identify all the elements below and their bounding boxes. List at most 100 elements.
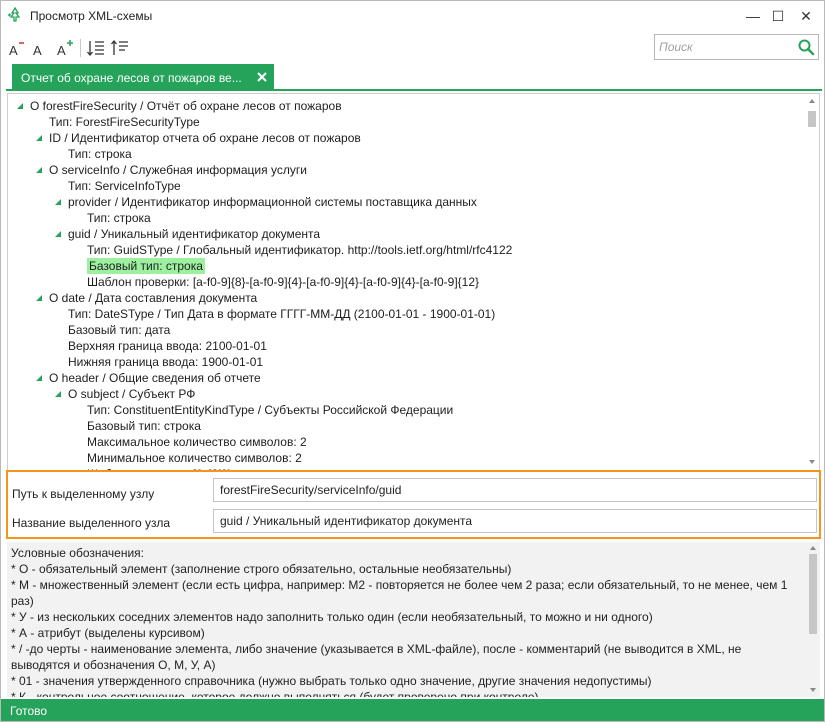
expanded-triangle-icon[interactable] xyxy=(54,390,62,398)
legend-line: * У - из нескольких соседних элементов н… xyxy=(11,610,653,624)
selected-node-info: Путь к выделенному узлу forestFireSecuri… xyxy=(6,470,821,539)
font-increase-button[interactable]: A xyxy=(54,37,76,59)
tree-node-label: Верхняя граница ввода: 2100-01-01 xyxy=(68,339,267,353)
xml-schema-viewer-window: Просмотр XML-схемы — ☐ ✕ A A A Поиск Отч… xyxy=(0,0,825,722)
legend-line: * 01 - значения утвержденного справочник… xyxy=(11,674,652,688)
tree-node[interactable]: Тип: ForestFireSecurityType xyxy=(49,114,200,130)
legend-line: * М - множественный элемент (если есть ц… xyxy=(11,578,788,608)
search-icon[interactable] xyxy=(797,38,815,56)
tree-node-label: Тип: ConstituentEntityKindType / Субъект… xyxy=(87,403,454,417)
close-window-button[interactable]: ✕ xyxy=(795,5,817,27)
schema-tree-view[interactable]: O forestFireSecurity / Отчёт об охране л… xyxy=(7,93,820,471)
font-decrease-icon: A xyxy=(9,42,24,58)
legend-line: * О - обязательный элемент (заполнение с… xyxy=(11,562,512,576)
tree-node-label: Базовый тип: строка xyxy=(87,419,201,433)
expanded-triangle-icon[interactable] xyxy=(35,134,43,142)
tree-node[interactable]: Тип: ConstituentEntityKindType / Субъект… xyxy=(87,402,453,418)
tree-node[interactable]: Максимальное количество символов: 2 xyxy=(87,434,307,450)
tree-node-label: Нижняя граница ввода: 1900-01-01 xyxy=(68,355,264,369)
scroll-up-icon[interactable] xyxy=(808,97,816,105)
tree-node[interactable]: Нижняя граница ввода: 1900-01-01 xyxy=(68,354,263,370)
close-icon[interactable] xyxy=(254,69,270,85)
expanded-triangle-icon[interactable] xyxy=(35,374,43,382)
tree-node[interactable]: Базовый тип: дата xyxy=(68,322,170,338)
search-box[interactable] xyxy=(654,34,819,60)
tree-node[interactable]: Шаблон проверки: [a-f0-9]{8}-[a-f0-9]{4}… xyxy=(87,274,479,290)
tree-node[interactable]: ID / Идентификатор отчета об охране лесо… xyxy=(35,130,361,146)
node-name-field[interactable]: guid / Уникальный идентификатор документ… xyxy=(213,509,817,533)
status-text: Готово xyxy=(10,704,48,718)
tree-scrollbar[interactable] xyxy=(805,94,819,470)
node-path-label: Путь к выделенному узлу xyxy=(12,487,155,501)
tree-node-label: Тип: строка xyxy=(68,147,132,161)
tree-node-label: provider / Идентификатор информационной … xyxy=(68,195,477,209)
legend-scrollbar-thumb[interactable] xyxy=(809,554,817,634)
expanded-triangle-icon[interactable] xyxy=(35,294,43,302)
tree-node[interactable]: O date / Дата составления документа xyxy=(35,290,257,306)
tree-node-label: O subject / Субъект РФ xyxy=(68,387,196,401)
legend-panel[interactable]: Условные обозначения: * О - обязательный… xyxy=(7,542,820,697)
legend-line: * / -до черты - наименование элемента, л… xyxy=(11,642,742,672)
expanded-triangle-icon[interactable] xyxy=(16,102,24,110)
scroll-down-icon[interactable] xyxy=(809,686,817,694)
tab-forest-fire-report[interactable]: Отчет об охране лесов от пожаров ве... xyxy=(12,64,274,91)
tree-node[interactable]: O forestFireSecurity / Отчёт об охране л… xyxy=(16,98,342,114)
legend-scrollbar[interactable] xyxy=(806,542,820,697)
tree-node[interactable]: Базовый тип: строка xyxy=(87,418,201,434)
svg-text:A: A xyxy=(57,43,66,58)
expanded-triangle-icon[interactable] xyxy=(35,166,43,174)
tree-node-label: Тип: DateSType / Тип Дата в формате ГГГГ… xyxy=(68,307,496,321)
scroll-down-icon[interactable] xyxy=(808,458,816,466)
svg-text:A: A xyxy=(33,43,42,58)
minimize-button[interactable]: — xyxy=(742,5,764,27)
font-decrease-button[interactable]: A xyxy=(6,37,28,59)
legend-line: * К - контрольное соотношение, которое д… xyxy=(11,690,539,697)
tree-node[interactable]: guid / Уникальный идентификатор документ… xyxy=(54,226,320,242)
tree-node[interactable]: Тип: строка xyxy=(87,210,151,226)
expand-all-button[interactable] xyxy=(85,37,107,59)
tab-label: Отчет об охране лесов от пожаров ве... xyxy=(21,71,242,85)
search-input[interactable] xyxy=(659,38,789,56)
legend-line: Условные обозначения: xyxy=(11,546,144,560)
tree-node-label: Тип: строка xyxy=(87,211,151,225)
document-tab-bar: Отчет об охране лесов от пожаров ве... xyxy=(6,63,822,91)
font-reset-button[interactable]: A xyxy=(30,37,52,59)
tree-node[interactable]: Тип: строка xyxy=(68,146,132,162)
tree-node[interactable]: Тип: ServiceInfoType xyxy=(68,178,181,194)
status-bar: Готово xyxy=(1,699,824,721)
node-path-field[interactable]: forestFireSecurity/serviceInfo/guid xyxy=(213,478,817,502)
window-title: Просмотр XML-схемы xyxy=(30,9,153,23)
toolbar-separator xyxy=(80,39,81,57)
tree-node[interactable]: Тип: DateSType / Тип Дата в формате ГГГГ… xyxy=(68,306,495,322)
maximize-button[interactable]: ☐ xyxy=(767,5,789,27)
tree-node-label: Тип: ServiceInfoType xyxy=(68,179,181,193)
tree-node[interactable]: Минимальное количество символов: 2 xyxy=(87,450,302,466)
tree-node-label: Шаблон проверки: [a-f0-9]{8}-[a-f0-9]{4}… xyxy=(87,275,480,289)
svg-text:A: A xyxy=(9,43,18,58)
scroll-up-icon[interactable] xyxy=(809,544,817,552)
tree-node-label: Минимальное количество символов: 2 xyxy=(87,451,302,465)
font-reset-icon: A xyxy=(33,43,42,58)
tree-node[interactable]: O header / Общие сведения об отчете xyxy=(35,370,261,386)
collapse-all-button[interactable] xyxy=(109,37,131,59)
tree-node-label: ID / Идентификатор отчета об охране лесо… xyxy=(49,131,361,145)
legend-text: Условные обозначения: * О - обязательный… xyxy=(11,545,801,697)
tree-node-label: Максимальное количество символов: 2 xyxy=(87,435,307,449)
tree-node[interactable]: O subject / Субъект РФ xyxy=(54,386,195,402)
tree-node[interactable]: Тип: GuidSType / Глобальный идентификато… xyxy=(87,242,512,258)
toolbar: A A A xyxy=(1,31,824,63)
expanded-triangle-icon[interactable] xyxy=(54,198,62,206)
tree-node-label: O header / Общие сведения об отчете xyxy=(49,371,261,385)
expanded-triangle-icon[interactable] xyxy=(54,230,62,238)
tree-scrollbar-thumb[interactable] xyxy=(808,111,816,127)
tree-node[interactable]: Верхняя граница ввода: 2100-01-01 xyxy=(68,338,267,354)
tree-node-label: O date / Дата составления документа xyxy=(49,291,258,305)
collapse-all-icon xyxy=(111,39,128,55)
tree-node-label: Тип: GuidSType / Глобальный идентификато… xyxy=(87,243,513,257)
tree-node[interactable]: Базовый тип: строка xyxy=(87,258,205,274)
legend-line: * А - атрибут (выделены курсивом) xyxy=(11,626,205,640)
app-tree-icon xyxy=(8,7,21,22)
tree-node[interactable]: provider / Идентификатор информационной … xyxy=(54,194,477,210)
tree-node[interactable]: O serviceInfo / Служебная информация усл… xyxy=(35,162,307,178)
expand-all-icon xyxy=(87,41,104,57)
